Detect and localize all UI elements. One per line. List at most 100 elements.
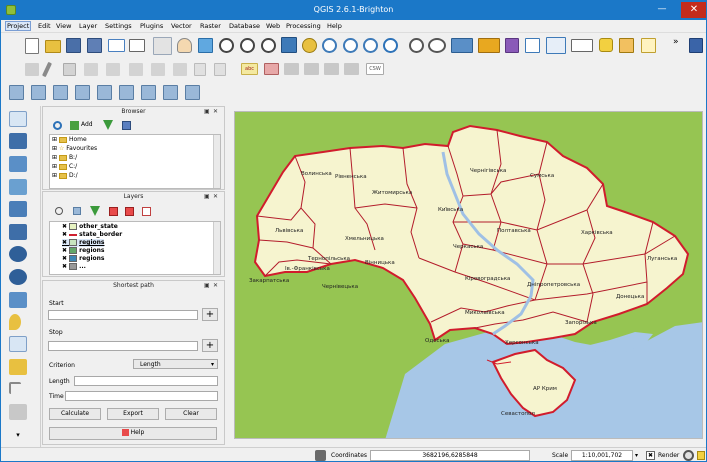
label-tool-icon[interactable]: abc bbox=[241, 63, 258, 75]
shortest-path-float-icon[interactable]: ▣ bbox=[204, 282, 210, 289]
browser-collapse-icon[interactable] bbox=[122, 121, 131, 130]
zoom-to-layer-icon[interactable] bbox=[322, 38, 337, 53]
zoom-scale-icon[interactable] bbox=[261, 38, 276, 53]
field-calculator-icon[interactable] bbox=[505, 38, 519, 53]
gps-icon[interactable] bbox=[9, 382, 21, 394]
cut-features-icon[interactable] bbox=[173, 63, 187, 76]
add-postgis-layer-icon[interactable] bbox=[53, 85, 68, 100]
menu-layer[interactable]: Layer bbox=[79, 22, 97, 30]
browser-scrollbar[interactable] bbox=[213, 135, 220, 188]
new-spatialite-layer-icon[interactable] bbox=[9, 336, 27, 352]
add-mssql-layer-icon[interactable] bbox=[97, 85, 112, 100]
menu-view[interactable]: View bbox=[56, 22, 71, 30]
scale-dropdown-icon[interactable]: ▾ bbox=[635, 452, 638, 459]
filter-legend-icon[interactable] bbox=[90, 206, 100, 216]
log-messages-icon[interactable] bbox=[697, 451, 705, 460]
menu-plugins[interactable]: Plugins bbox=[140, 22, 163, 30]
browser-item-d[interactable]: ⊞ D:/ bbox=[52, 172, 78, 180]
help-button[interactable]: Help bbox=[49, 427, 217, 440]
add-delimited-text-icon[interactable] bbox=[9, 404, 27, 420]
export-button[interactable]: Export bbox=[107, 408, 159, 420]
shortest-path-close-icon[interactable]: ✕ bbox=[213, 282, 218, 289]
menu-processing[interactable]: Processing bbox=[286, 22, 321, 30]
add-raster-layer-icon[interactable] bbox=[31, 85, 46, 100]
minimize-button[interactable]: — bbox=[649, 2, 675, 18]
layer-row[interactable]: ✖ other_state bbox=[62, 223, 118, 231]
pin-labels-icon[interactable] bbox=[264, 63, 279, 75]
remove-layer-icon[interactable] bbox=[142, 207, 151, 216]
menu-project[interactable]: Project bbox=[5, 21, 32, 31]
zoom-in-icon[interactable] bbox=[219, 38, 234, 53]
start-point-field[interactable] bbox=[48, 310, 198, 320]
menu-edit[interactable]: Edit bbox=[38, 22, 51, 30]
open-project-icon[interactable] bbox=[45, 40, 61, 53]
copy-features-icon[interactable] bbox=[194, 63, 206, 76]
move-feature-icon[interactable] bbox=[106, 63, 120, 76]
browser-close-icon[interactable]: ✕ bbox=[213, 108, 218, 115]
refresh-icon[interactable] bbox=[383, 38, 398, 53]
add-group-icon[interactable] bbox=[73, 207, 81, 215]
browser-filter-icon[interactable] bbox=[103, 120, 113, 130]
close-button[interactable]: ✕ bbox=[681, 2, 706, 18]
layers-scrollbar[interactable] bbox=[213, 222, 220, 274]
statistics-icon[interactable] bbox=[546, 37, 566, 54]
stop-capture-button[interactable]: + bbox=[202, 339, 218, 352]
calculate-button[interactable]: Calculate bbox=[49, 408, 101, 420]
add-layer-icon[interactable] bbox=[9, 111, 27, 127]
new-print-composer-icon[interactable] bbox=[108, 39, 125, 52]
messages-icon[interactable] bbox=[315, 450, 326, 461]
csw-icon[interactable]: CSW bbox=[366, 63, 384, 75]
node-tool-icon[interactable] bbox=[129, 63, 143, 76]
attribute-table-icon[interactable] bbox=[525, 38, 540, 53]
menu-database[interactable]: Database bbox=[229, 22, 260, 30]
time-field[interactable] bbox=[65, 391, 218, 401]
identify-icon[interactable] bbox=[409, 38, 424, 53]
add-raster-icon[interactable] bbox=[9, 133, 27, 149]
start-capture-button[interactable]: + bbox=[202, 308, 218, 321]
paste-features-icon[interactable] bbox=[214, 63, 226, 76]
layer-visibility-icon[interactable] bbox=[55, 207, 63, 215]
touch-icon[interactable] bbox=[153, 37, 172, 55]
browser-float-icon[interactable]: ▣ bbox=[204, 108, 210, 115]
layers-float-icon[interactable]: ▣ bbox=[204, 193, 210, 200]
save-edits-icon[interactable] bbox=[63, 63, 76, 76]
change-label-icon[interactable] bbox=[344, 63, 359, 75]
layer-row[interactable]: ✖ regions bbox=[62, 247, 104, 255]
menu-vector[interactable]: Vector bbox=[171, 22, 192, 30]
add-mssql-icon[interactable] bbox=[9, 201, 27, 217]
add-wcs-layer-icon[interactable] bbox=[163, 85, 178, 100]
add-wfs-layer-icon[interactable] bbox=[185, 85, 200, 100]
browser-add-label[interactable]: Add bbox=[81, 121, 93, 128]
menu-settings[interactable]: Settings bbox=[105, 22, 132, 30]
menu-web[interactable]: Web bbox=[266, 22, 280, 30]
add-spatialite-icon[interactable] bbox=[9, 179, 27, 195]
pan-to-selection-icon[interactable] bbox=[198, 38, 213, 53]
layers-close-icon[interactable]: ✕ bbox=[213, 193, 218, 200]
scale-select[interactable]: 1:10,001,702 bbox=[571, 450, 633, 461]
add-feature-icon[interactable] bbox=[84, 63, 98, 76]
new-shapefile-icon[interactable] bbox=[9, 314, 21, 330]
add-wms-icon[interactable] bbox=[9, 246, 27, 262]
highlight-pinned-icon[interactable] bbox=[284, 63, 299, 75]
delete-selected-icon[interactable] bbox=[151, 63, 165, 76]
more-tools-icon[interactable]: ▾ bbox=[9, 431, 27, 447]
save-project-icon[interactable] bbox=[66, 38, 81, 53]
save-as-icon[interactable] bbox=[87, 38, 102, 53]
toolbar-overflow-icon[interactable]: » bbox=[673, 37, 679, 47]
add-spatialite-layer-icon[interactable] bbox=[75, 85, 90, 100]
zoom-last-icon[interactable] bbox=[343, 38, 358, 53]
deselect-icon[interactable] bbox=[478, 38, 500, 53]
add-wcs-icon[interactable] bbox=[9, 269, 27, 285]
criterion-select[interactable]: Length ▾ bbox=[133, 359, 218, 369]
length-field[interactable] bbox=[74, 376, 218, 386]
map-tips-icon[interactable] bbox=[599, 38, 613, 52]
layer-row[interactable]: ✖ ... bbox=[62, 263, 86, 271]
layer-row[interactable]: ✖ regions bbox=[62, 239, 105, 247]
browser-item-b[interactable]: ⊞ B:/ bbox=[52, 154, 77, 162]
composer-manager-icon[interactable] bbox=[129, 39, 145, 52]
add-wms-layer-icon[interactable] bbox=[141, 85, 156, 100]
current-edits-icon[interactable] bbox=[42, 61, 52, 78]
coordinates-field[interactable]: 3682196,6285848 bbox=[370, 450, 530, 461]
add-oracle-layer-icon[interactable] bbox=[119, 85, 134, 100]
text-annotation-icon[interactable] bbox=[641, 38, 656, 53]
